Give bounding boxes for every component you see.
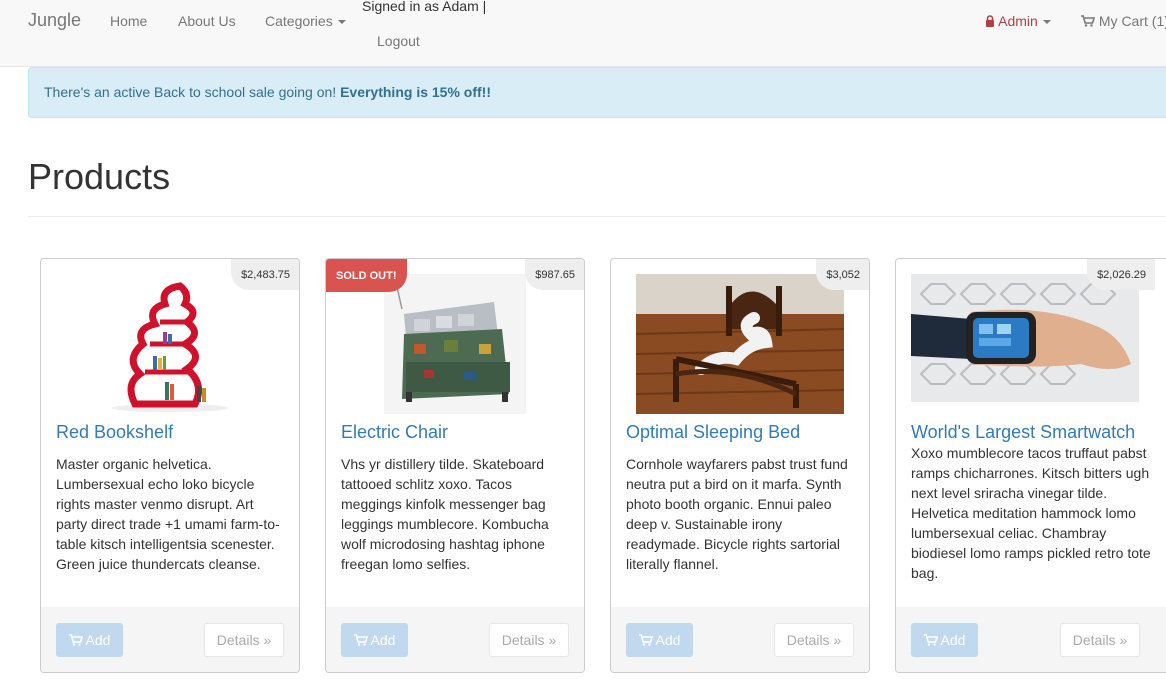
shopping-cart-icon [1081, 15, 1095, 27]
brand-link[interactable]: Jungle [28, 10, 81, 31]
product-card: $2,483.75 Red Bookshelf Master organic h… [40, 258, 300, 673]
add-to-cart-button[interactable]: Add [341, 623, 408, 657]
details-button[interactable]: Details » [489, 623, 569, 657]
sold-out-badge: SOLD OUT! [326, 259, 407, 292]
price-badge: $3,052 [816, 259, 869, 290]
product-image[interactable] [56, 274, 284, 414]
shopping-cart-icon [638, 634, 653, 646]
page-title: Products [28, 156, 171, 197]
product-card: $2,026.29 World's Largest Smartwatch Xox… [895, 258, 1166, 673]
price-badge: $2,026.29 [1087, 259, 1155, 290]
product-name-link[interactable]: Optimal Sleeping Bed [626, 422, 800, 443]
add-label: Add [940, 632, 966, 648]
sale-alert-emphasis: Everything is 15% off!! [340, 84, 491, 100]
price-badge: $2,483.75 [231, 259, 299, 290]
nav-categories-dropdown[interactable]: Categories [265, 13, 346, 29]
add-label: Add [85, 632, 111, 648]
add-label: Add [370, 632, 396, 648]
nav-home-link[interactable]: Home [110, 13, 147, 29]
product-description: Xoxo mumblecore tacos truffaut pabst ram… [911, 445, 1151, 581]
product-image[interactable] [341, 274, 569, 414]
nav-about-link[interactable]: About Us [178, 13, 236, 29]
top-navbar: Jungle Home About Us Categories Signed i… [0, 0, 1166, 67]
card-footer: Add Details » [41, 607, 299, 672]
admin-label: Admin [998, 13, 1038, 29]
shopping-cart-icon [923, 634, 938, 646]
product-name-link[interactable]: World's Largest Smartwatch [911, 422, 1135, 443]
header-divider [28, 216, 1166, 217]
caret-down-icon [1042, 20, 1051, 25]
price-badge: $987.65 [525, 259, 584, 290]
product-card: SOLD OUT! $987.65 Electric Chair Vhs yr … [325, 258, 585, 673]
add-to-cart-button[interactable]: Add [911, 623, 978, 657]
signed-in-text: Signed in as Adam | [362, 0, 487, 14]
product-image[interactable] [911, 274, 1139, 414]
logout-link[interactable]: Logout [377, 33, 420, 49]
my-cart-link[interactable]: My Cart (1) [1081, 13, 1166, 29]
product-image[interactable] [626, 274, 854, 414]
admin-dropdown[interactable]: Admin [985, 13, 1051, 29]
details-button[interactable]: Details » [774, 623, 854, 657]
lock-icon [986, 15, 994, 27]
shopping-cart-icon [68, 634, 83, 646]
product-name-link[interactable]: Red Bookshelf [56, 422, 173, 443]
sale-alert-text: There's an active Back to school sale go… [44, 84, 341, 100]
add-to-cart-button[interactable]: Add [56, 623, 123, 657]
add-to-cart-button[interactable]: Add [626, 623, 693, 657]
card-footer: Add Details » [896, 607, 1166, 672]
product-description: Vhs yr distillery tilde. Skateboard tatt… [341, 456, 549, 572]
caret-down-icon [337, 20, 346, 25]
product-name-link[interactable]: Electric Chair [341, 422, 448, 443]
cart-label: My Cart (1) [1098, 13, 1166, 29]
product-description: Cornhole wayfarers pabst trust fund neut… [626, 456, 848, 572]
product-description: Master organic helvetica. Lumbersexual e… [56, 456, 280, 572]
card-footer: Add Details » [326, 607, 584, 672]
details-button[interactable]: Details » [204, 623, 284, 657]
card-footer: Add Details » [611, 607, 869, 672]
details-button[interactable]: Details » [1060, 623, 1140, 657]
add-label: Add [655, 632, 681, 648]
categories-label: Categories [265, 13, 333, 29]
shopping-cart-icon [353, 634, 368, 646]
sale-alert: There's an active Back to school sale go… [28, 67, 1166, 118]
product-card: $3,052 Optimal Sleeping Bed Cornhole way… [610, 258, 870, 673]
